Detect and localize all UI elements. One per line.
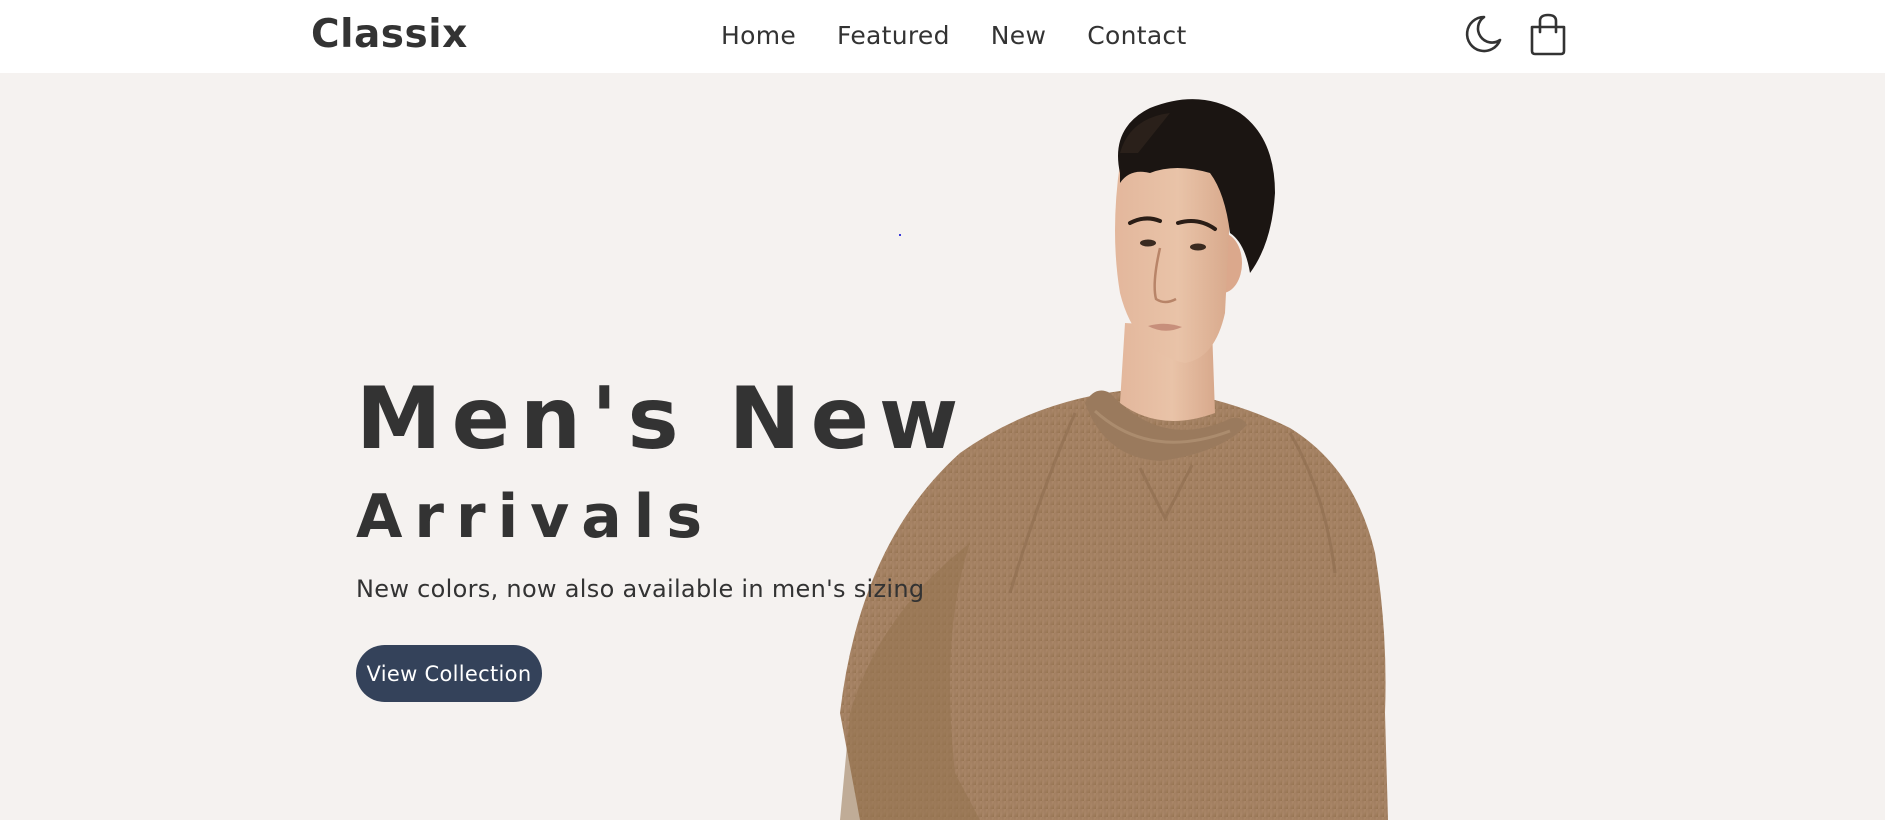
hero-title: Men's New (356, 369, 969, 469)
nav-home[interactable]: Home (721, 18, 796, 54)
view-collection-button[interactable]: View Collection (356, 645, 542, 702)
theme-toggle-button[interactable] (1461, 12, 1505, 56)
moon-icon (1465, 15, 1502, 53)
nav-featured[interactable]: Featured (837, 18, 950, 54)
nav-contact[interactable]: Contact (1087, 18, 1186, 54)
hero-subtitle: Arrivals (356, 482, 715, 552)
hero-description: New colors, now also available in men's … (356, 575, 925, 603)
hero-section: Men's New Arrivals New colors, now also … (0, 73, 1885, 820)
shopping-bag-icon (1530, 13, 1566, 56)
cart-button[interactable] (1526, 12, 1570, 56)
site-header: Classix Home Featured New Contact (0, 0, 1885, 73)
main-nav: Home Featured New Contact (721, 18, 1187, 54)
nav-new[interactable]: New (991, 18, 1046, 54)
logo[interactable]: Classix (311, 11, 468, 59)
